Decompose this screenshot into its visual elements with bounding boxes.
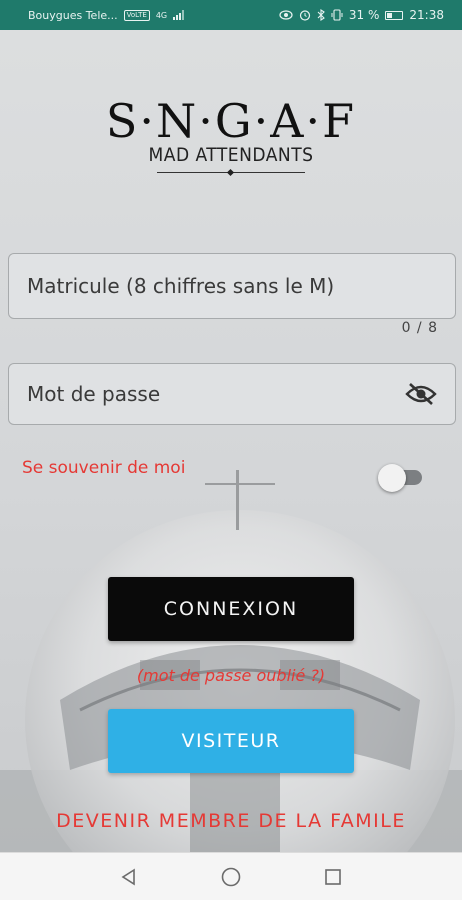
vibrate-icon: [331, 9, 343, 21]
connexion-button[interactable]: CONNEXION: [108, 577, 354, 641]
network-type: 4G: [155, 10, 168, 20]
system-navigation-bar: [0, 852, 462, 900]
remember-me-label: Se souvenir de moi: [22, 458, 186, 478]
toggle-thumb: [378, 464, 406, 492]
logo-divider: [157, 172, 305, 173]
forgot-password-link[interactable]: (mot de passe oublié ?): [0, 666, 462, 685]
login-screen: S·N·G·A·F MAD ATTENDANTS Matricule (8 ch…: [0, 30, 462, 852]
password-placeholder: Mot de passe: [27, 382, 161, 406]
battery-percent: 31 %: [348, 8, 380, 22]
volte-badge: VoLTE: [123, 9, 150, 21]
remember-me-toggle[interactable]: [378, 463, 424, 492]
battery-icon: [385, 10, 404, 20]
become-member-link[interactable]: DEVENIR MEMBRE DE LA FAMILE: [0, 810, 462, 832]
signal-icon: [173, 10, 185, 20]
recents-square-icon[interactable]: [321, 865, 345, 889]
alarm-icon: [299, 9, 311, 21]
matricule-placeholder: Matricule (8 chiffres sans le M): [27, 274, 335, 298]
matricule-input[interactable]: Matricule (8 chiffres sans le M): [8, 253, 456, 319]
password-input[interactable]: Mot de passe: [8, 363, 456, 425]
carrier-name: Bouygues Tele...: [28, 8, 118, 22]
status-bar: Bouygues Tele... VoLTE 4G 31 % 21:38: [0, 0, 462, 30]
clock: 21:38: [409, 8, 444, 22]
back-triangle-icon[interactable]: [117, 865, 141, 889]
logo-subtitle: MAD ATTENDANTS: [148, 144, 314, 166]
visiteur-button[interactable]: VISITEUR: [108, 709, 354, 773]
matricule-char-counter: 0 / 8: [401, 320, 438, 336]
logo-title: S·N·G·A·F: [105, 94, 357, 148]
home-circle-icon[interactable]: [219, 865, 243, 889]
eye-comfort-icon: [279, 10, 293, 20]
eye-off-icon[interactable]: [405, 382, 437, 406]
sngaf-logo: S·N·G·A·F MAD ATTENDANTS: [0, 94, 462, 173]
aircraft-background-image: [0, 470, 462, 852]
bluetooth-icon: [317, 9, 325, 21]
